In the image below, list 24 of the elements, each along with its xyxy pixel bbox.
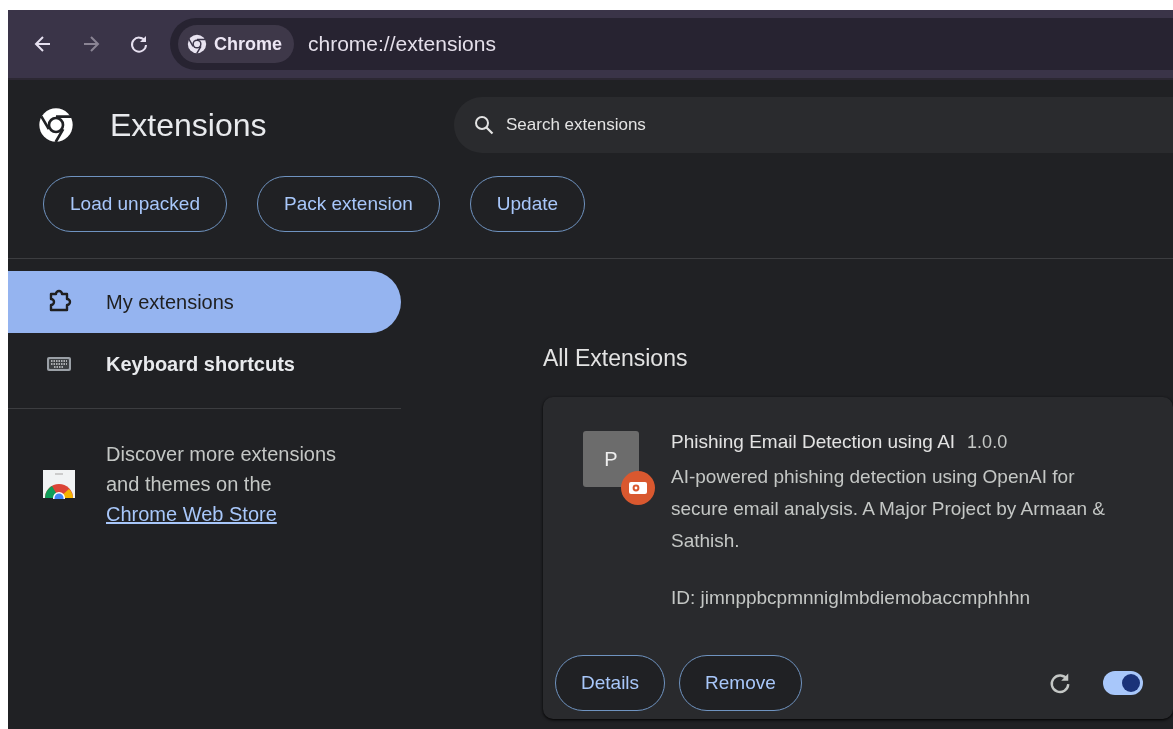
extension-description: AI-powered phishing detection using OpenAI for secure email analysis. A Major Project by Armaan & Sathish. — [671, 465, 1107, 553]
chrome-icon — [186, 33, 208, 55]
sidebar-item[interactable]: My extensions — [8, 271, 401, 333]
discover-text: Discover more extensions and themes on the Chrome Web Store — [106, 442, 338, 527]
card-button[interactable]: Remove — [679, 655, 802, 711]
url-text: chrome://extensions — [308, 32, 496, 56]
toolbar-button[interactable]: Load unpacked — [43, 176, 227, 232]
extension-id: ID: jimnppbcpmnniglmbdiemobaccmphhhn — [671, 587, 1032, 609]
camera-badge-icon — [621, 471, 655, 505]
chrome-logo-icon — [36, 105, 76, 145]
version-text: 1.0.0 — [967, 432, 1008, 453]
section-title: All Extensions — [543, 345, 689, 373]
web-store-link[interactable]: Chrome Web Store — [106, 503, 277, 525]
site-chip[interactable]: Chrome — [178, 25, 294, 63]
page-title: Extensions — [110, 106, 268, 144]
address-bar[interactable]: Chrome chrome://extensions — [170, 18, 1173, 70]
card-button[interactable]: Details — [555, 655, 666, 711]
search-field[interactable]: Search extensions — [454, 97, 1173, 153]
sidebar-item[interactable]: Keyboard shortcuts — [8, 333, 401, 395]
enable-toggle[interactable] — [1103, 671, 1143, 695]
web-store-icon — [42, 469, 76, 499]
extension-name: Phishing Email Detection using AI — [671, 431, 956, 453]
toolbar-button[interactable]: Update — [469, 176, 586, 232]
toolbar-button[interactable]: Pack extension — [256, 176, 440, 232]
